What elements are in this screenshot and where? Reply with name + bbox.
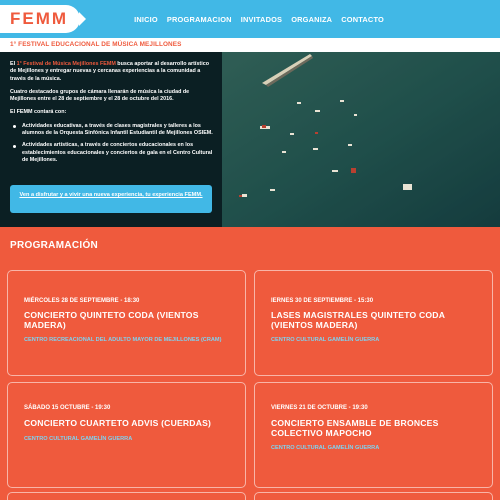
festival-description: El 1° Festival de Música Mejillones FEMM… bbox=[10, 61, 214, 169]
event-venue[interactable]: CENTRO CULTURAL GAMELÍN GUERRA bbox=[24, 436, 239, 443]
hero-section: El 1° Festival de Música Mejillones FEMM… bbox=[0, 52, 500, 227]
event-card[interactable]: IERNES 30 DE SEPTIEMBRE - 15:30 LASES MA… bbox=[254, 270, 493, 376]
feature-item-artistic: Actividades artísticas, a través de conc… bbox=[10, 142, 214, 164]
event-card[interactable]: SÁBADO 15 OCTUBRE - 19:30 CONCIERTO CUAR… bbox=[7, 382, 246, 488]
nav-organiza[interactable]: ORGANIZA bbox=[291, 15, 332, 24]
event-date: IERNES 30 DE SEPTIEMBRE - 15:30 bbox=[271, 298, 374, 304]
intro-paragraph: El 1° Festival de Música Mejillones FEMM… bbox=[10, 61, 214, 83]
nav-programacion[interactable]: PROGRAMACION bbox=[167, 15, 232, 24]
event-title[interactable]: CONCIERTO CUARTETO ADVIS (CUERDAS) bbox=[24, 418, 239, 429]
logo-text: FEMM bbox=[10, 9, 69, 28]
feature-item-educational: Actividades educativas, a través de clas… bbox=[10, 123, 214, 138]
event-venue[interactable]: CENTRO RECREACIONAL DEL ADULTO MAYOR DE … bbox=[24, 337, 239, 344]
top-navigation-bar: FEMM INICIO PROGRAMACION INVITADOS ORGAN… bbox=[0, 0, 500, 38]
event-date: SÁBADO 15 OCTUBRE - 19:30 bbox=[24, 405, 111, 411]
event-date: VIERNES 21 DE OCTUBRE - 19:30 bbox=[271, 405, 368, 411]
nav-contacto[interactable]: CONTACTO bbox=[341, 15, 384, 24]
programacion-heading: PROGRAMACIÓN bbox=[10, 240, 99, 251]
event-title[interactable]: CONCIERTO ENSAMBLE DE BRONCES COLECTIVO … bbox=[271, 418, 486, 438]
features-intro: El FEMM contará con: bbox=[10, 109, 67, 116]
femm-logo[interactable]: FEMM bbox=[0, 5, 86, 33]
event-title[interactable]: CONCIERTO QUINTETO CODA (VIENTOS MADERA) bbox=[24, 310, 239, 330]
cta-button[interactable]: Ven a disfrutar y a vivir una nueva expe… bbox=[10, 185, 212, 213]
nav-inicio[interactable]: INICIO bbox=[134, 15, 158, 24]
event-venue[interactable]: CENTRO CULTURAL GAMELÍN GUERRA bbox=[271, 337, 486, 344]
festival-subtitle-bar: 1° FESTIVAL EDUCACIONAL DE MÚSICA MEJILL… bbox=[0, 38, 500, 52]
harbor-aerial-photo bbox=[222, 52, 500, 227]
nav-invitados[interactable]: INVITADOS bbox=[241, 15, 283, 24]
festival-name-highlight: 1° Festival de Música Mejillones FEMM bbox=[16, 61, 116, 67]
event-venue[interactable]: CENTRO CULTURAL GAMELÍN GUERRA bbox=[271, 445, 486, 452]
main-nav: INICIO PROGRAMACION INVITADOS ORGANIZA C… bbox=[134, 15, 384, 24]
intro-prefix: El bbox=[10, 61, 17, 67]
event-card-partial[interactable] bbox=[7, 492, 246, 500]
event-card[interactable]: MIÉRCOLES 28 DE SEPTIEMBRE - 18:30 CONCI… bbox=[7, 270, 246, 376]
event-date: MIÉRCOLES 28 DE SEPTIEMBRE - 18:30 bbox=[24, 298, 140, 304]
dates-paragraph: Cuatro destacados grupos de cámara llena… bbox=[10, 88, 190, 103]
event-card[interactable]: VIERNES 21 DE OCTUBRE - 19:30 CONCIERTO … bbox=[254, 382, 493, 488]
event-title[interactable]: LASES MAGISTRALES QUINTETO CODA (VIENTOS… bbox=[271, 310, 486, 330]
features-list: Actividades educativas, a través de clas… bbox=[10, 123, 214, 164]
festival-subtitle: 1° FESTIVAL EDUCACIONAL DE MÚSICA MEJILL… bbox=[10, 41, 182, 48]
event-card-partial[interactable] bbox=[254, 492, 493, 500]
